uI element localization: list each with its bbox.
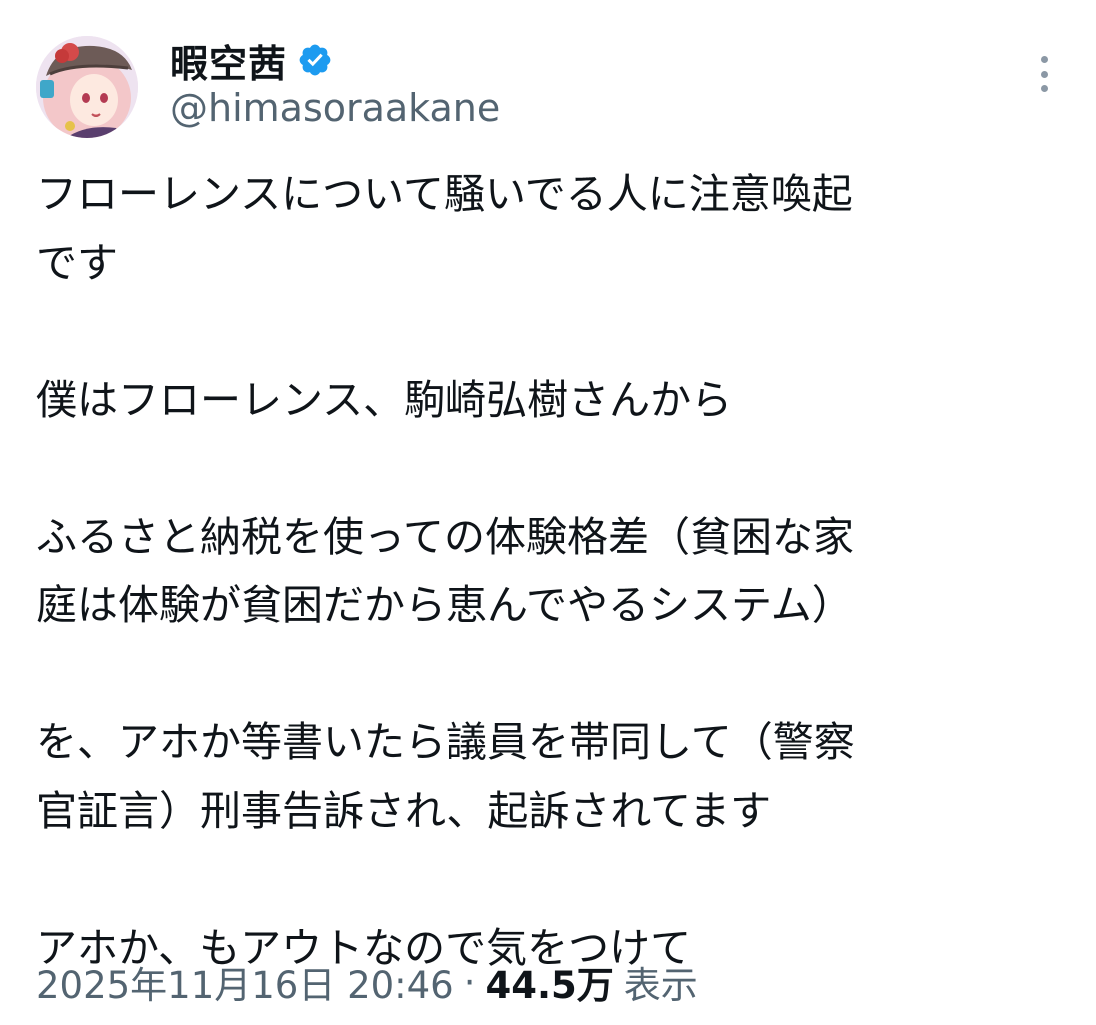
tweet-text-line: フローレンスについて騒いでる人に注意喚起 (36, 170, 853, 218)
tweet-text-blank (36, 640, 1046, 709)
more-dot (1040, 85, 1048, 92)
verified-badge-icon[interactable] (297, 42, 333, 78)
author-handle[interactable]: @himasoraakane (170, 86, 500, 130)
tweet-text-line: 庭は体験が貧困だから恵んでやるシステム） (36, 581, 853, 629)
tweet-meta: 2025年11月16日 20:46 · 44.5万 表示 (36, 950, 698, 1014)
author-name-row: 暇空茜 (170, 34, 333, 86)
tweet-text-line: です (36, 238, 118, 287)
avatar[interactable] (36, 36, 138, 138)
views-count[interactable]: 44.5万 (485, 955, 613, 1009)
more-dot (1040, 56, 1048, 63)
views-label: 表示 (623, 964, 698, 1007)
author-display-name[interactable]: 暇空茜 (170, 33, 287, 88)
tweet-text-line: ふるさと納税を使っての体験格差（貧困な家 (36, 512, 854, 561)
more-dot (1040, 70, 1048, 78)
tweet-text: フローレンスについて騒いでる人に注意喚起 です 僕はフローレンス、駒崎弘樹さんか… (36, 160, 1046, 982)
tweet-card: 暇空茜 @himasoraakane フローレンスについて騒いでる人に注意喚起 … (0, 0, 1096, 1025)
tweet-text-line: を、アホか等書いたら議員を帯同して（警察 (36, 718, 855, 766)
more-options-icon[interactable] (1024, 52, 1064, 96)
tweet-text-blank (36, 845, 1046, 914)
tweet-text-blank (36, 297, 1046, 366)
meta-separator: · (463, 960, 476, 1004)
tweet-text-blank (36, 434, 1046, 503)
tweet-text-line: 官証言）刑事告訴され、起訴されてます (36, 786, 772, 835)
tweet-timestamp[interactable]: 2025年11月16日 20:46 (36, 955, 454, 1009)
tweet-text-line: 僕はフローレンス、駒崎弘樹さんから (36, 375, 733, 424)
